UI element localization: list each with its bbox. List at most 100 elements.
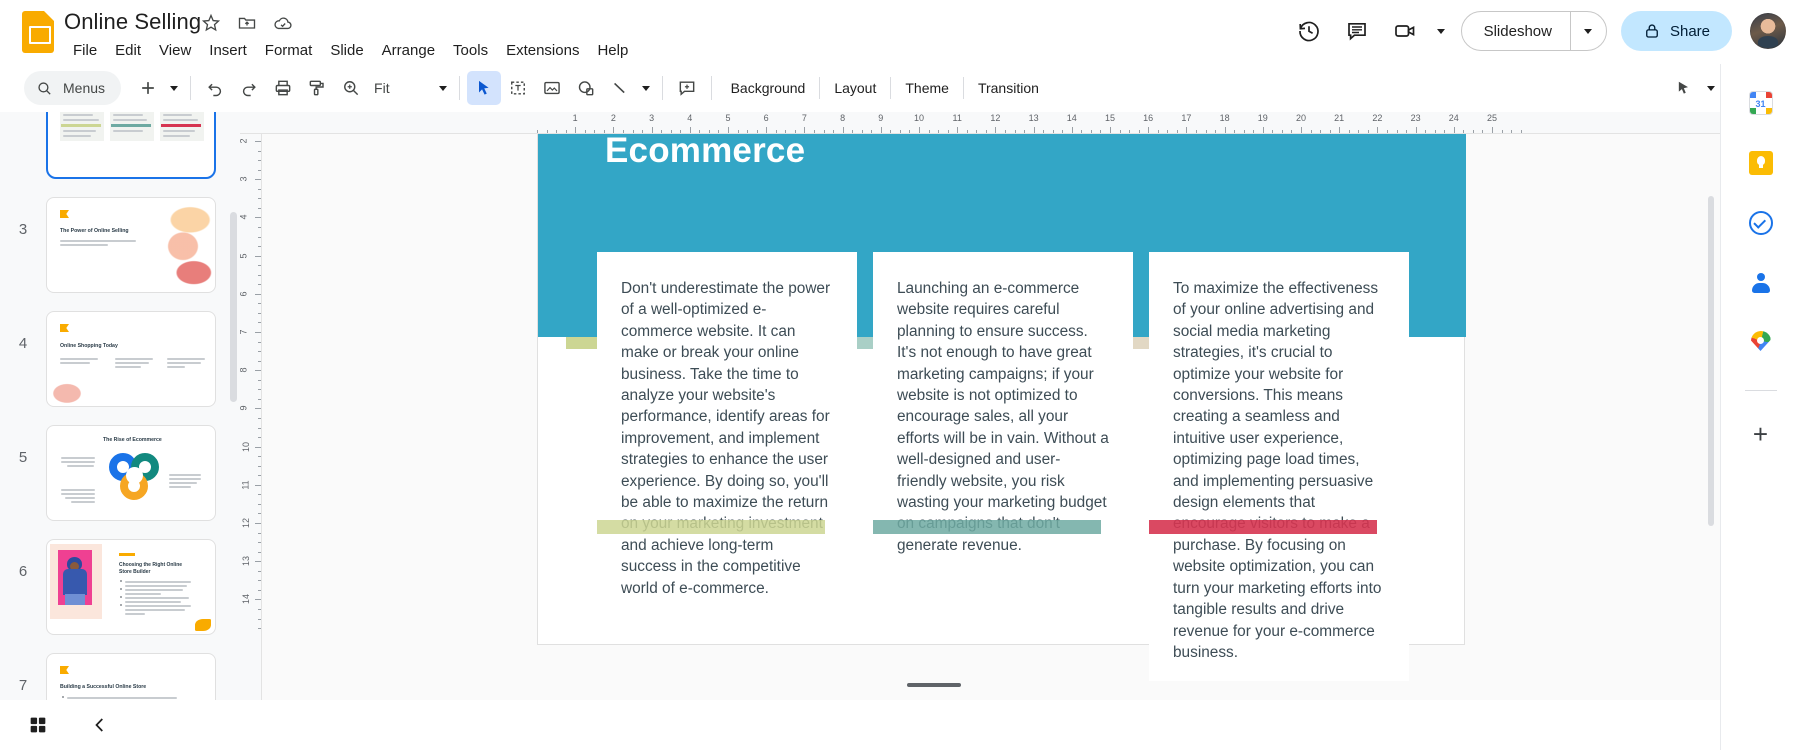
avatar[interactable] (1750, 13, 1786, 49)
cloud-saved-icon[interactable] (272, 12, 294, 34)
layout-button[interactable]: Layout (822, 74, 888, 102)
slide-filmstrip[interactable]: 2 (0, 112, 240, 700)
background-button[interactable]: Background (719, 74, 818, 102)
highlight-band-3 (1149, 520, 1377, 534)
menu-insert[interactable]: Insert (200, 38, 256, 64)
canvas-horizontal-scrollbar[interactable] (262, 680, 1720, 690)
filmstrip-slide-3[interactable]: 3 The Power of Online Selling (0, 188, 240, 302)
menu-slide[interactable]: Slide (321, 38, 372, 64)
caret-down-icon (642, 86, 650, 91)
image-icon (542, 78, 562, 98)
current-slide[interactable]: Ecommerce Don't underestimate the power … (537, 134, 1465, 645)
menus-search-button[interactable]: Menus (24, 71, 121, 105)
ruler-tick-label: 10 (241, 442, 251, 452)
ruler-tick (1120, 130, 1121, 134)
ruler-tick (1425, 130, 1426, 134)
ruler-tick-label: 14 (241, 594, 251, 604)
thumbnail[interactable]: Online Shopping Today (46, 311, 216, 407)
slide-canvas-area[interactable]: Ecommerce Don't underestimate the power … (262, 134, 1720, 700)
canvas-vertical-scrollbar-thumb[interactable] (1708, 196, 1714, 526)
textbox-tool[interactable] (501, 71, 535, 105)
slide-textbox-3[interactable]: To maximize the effectiveness of your on… (1149, 252, 1409, 681)
canvas-vertical-scrollbar[interactable] (1706, 196, 1716, 626)
horizontal-ruler[interactable]: 1234567891011121314151617181920212223242… (240, 112, 1720, 134)
undo-button[interactable] (198, 71, 232, 105)
new-slide-dropdown[interactable] (165, 73, 183, 103)
slides-logo-icon[interactable] (18, 10, 58, 54)
image-tool[interactable] (535, 71, 569, 105)
slideshow-dropdown-button[interactable] (1570, 12, 1606, 50)
transition-button[interactable]: Transition (966, 74, 1051, 102)
document-title[interactable]: Online Selling (64, 8, 201, 36)
move-to-folder-icon[interactable] (236, 12, 258, 34)
google-maps-icon[interactable] (1744, 326, 1778, 360)
filmstrip-slide-5[interactable]: 5 The Rise of Ecommerce (0, 416, 240, 530)
thumbnail[interactable]: The Rise of Ecommerce (46, 425, 216, 521)
ruler-tick (258, 619, 262, 620)
select-mode-button[interactable] (1666, 71, 1700, 105)
zoom-level-label[interactable]: Fit (368, 80, 396, 96)
grid-view-button[interactable] (18, 705, 58, 745)
filmstrip-slide-2[interactable]: 2 (0, 112, 240, 188)
plus-icon (138, 78, 158, 98)
menu-tools[interactable]: Tools (444, 38, 497, 64)
google-contacts-icon[interactable] (1744, 266, 1778, 300)
comment-icon[interactable] (1335, 9, 1379, 53)
shape-icon (576, 78, 596, 98)
zoom-dropdown[interactable] (434, 73, 452, 103)
collapse-filmstrip-button[interactable] (80, 705, 120, 745)
canvas-horizontal-scrollbar-thumb[interactable] (907, 683, 961, 687)
vertical-ruler[interactable]: 234567891011121314 (240, 134, 262, 700)
ruler-tick (1072, 127, 1073, 133)
filmstrip-slide-7[interactable]: 7 Building a Successful Online Store (0, 644, 240, 700)
slide-textbox-1[interactable]: Don't underestimate the power of a well-… (597, 252, 857, 617)
theme-button[interactable]: Theme (893, 74, 961, 102)
slideshow-button[interactable]: Slideshow (1462, 12, 1570, 50)
share-button[interactable]: Share (1621, 11, 1732, 51)
google-calendar-icon[interactable]: 31 (1744, 86, 1778, 120)
ruler-tick-label: 1 (573, 113, 578, 123)
menu-view[interactable]: View (150, 38, 200, 64)
star-icon[interactable] (200, 12, 222, 34)
select-mode-dropdown[interactable] (1702, 73, 1720, 103)
version-history-icon[interactable] (1287, 9, 1331, 53)
add-comment-tool[interactable] (670, 71, 704, 105)
meet-dropdown-caret[interactable] (1431, 29, 1451, 34)
filmstrip-scrollbar[interactable] (230, 212, 237, 632)
shape-tool[interactable] (569, 71, 603, 105)
menu-format[interactable]: Format (256, 38, 322, 64)
google-keep-icon[interactable] (1744, 146, 1778, 180)
line-tool-dropdown[interactable] (637, 73, 655, 103)
ruler-tick-label: 5 (240, 253, 249, 258)
magnifier-icon (341, 78, 361, 98)
paint-format-button[interactable] (300, 71, 334, 105)
slide-number: 4 (0, 311, 46, 352)
select-tool[interactable] (467, 71, 501, 105)
menu-file[interactable]: File (64, 38, 106, 64)
filmstrip-slide-4[interactable]: 4 Online Shopping Today (0, 302, 240, 416)
menu-extensions[interactable]: Extensions (497, 38, 588, 64)
new-slide-button[interactable] (131, 71, 165, 105)
thumbnail[interactable]: Building a Successful Online Store (46, 653, 216, 700)
filmstrip-slide-6[interactable]: 6 Choosing the Right Online Store Builde… (0, 530, 240, 644)
thumbnail[interactable]: The Power of Online Selling (46, 197, 216, 293)
ruler-tick (1444, 130, 1445, 134)
redo-button[interactable] (232, 71, 266, 105)
print-button[interactable] (266, 71, 300, 105)
thumbnail[interactable] (46, 112, 216, 179)
filmstrip-scrollbar-thumb[interactable] (230, 212, 237, 402)
line-tool[interactable] (603, 71, 637, 105)
menu-help[interactable]: Help (588, 38, 637, 64)
menu-arrange[interactable]: Arrange (373, 38, 444, 64)
meet-camera-icon[interactable] (1383, 9, 1427, 53)
google-tasks-icon[interactable] (1744, 206, 1778, 240)
ruler-tick-label: 17 (1181, 113, 1191, 123)
line-icon (610, 78, 630, 98)
ruler-tick (258, 275, 262, 276)
add-addon-icon[interactable]: + (1744, 417, 1778, 451)
zoom-button[interactable] (334, 71, 368, 105)
thumbnail[interactable]: Choosing the Right Online Store Builder (46, 539, 216, 635)
slide-title[interactable]: Ecommerce (605, 134, 1205, 171)
menu-edit[interactable]: Edit (106, 38, 150, 64)
ruler-tick-label: 11 (953, 113, 962, 123)
